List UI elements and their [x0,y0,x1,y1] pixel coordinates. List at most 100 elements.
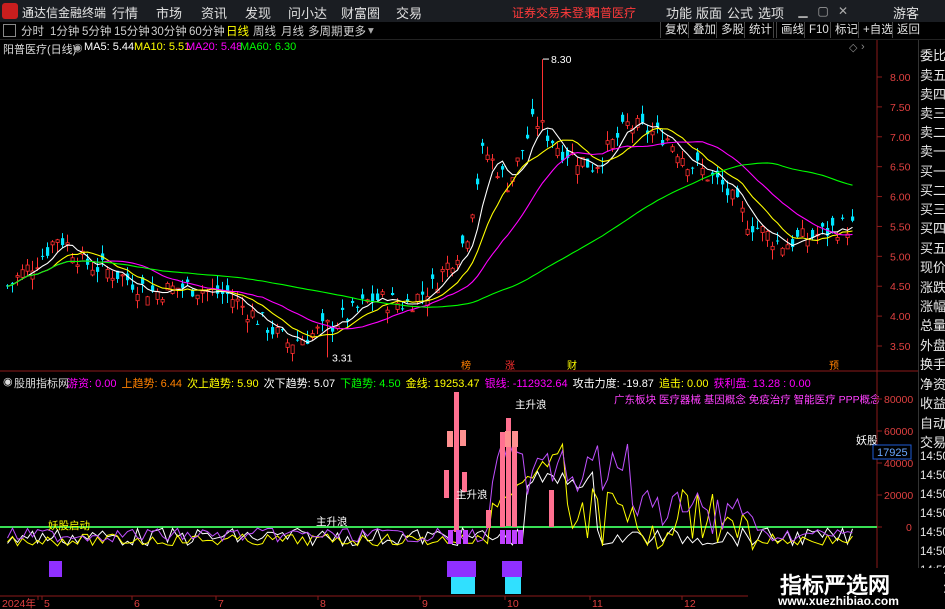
candle-body [610,139,615,149]
menu-zixun[interactable]: 资讯 [201,3,227,22]
period-15min[interactable]: 15分钟 [114,23,150,39]
menu-shichang[interactable]: 市场 [156,3,182,22]
candle-body [120,274,125,277]
event-marker: 预 [829,360,839,372]
candle-body [756,227,760,229]
period-1min[interactable]: 1分钟 [50,23,79,39]
period-60min[interactable]: 60分钟 [189,23,225,39]
quote-panel-item[interactable]: 买一 [920,161,945,180]
quote-panel-item[interactable]: 卖三 [920,103,945,122]
more-dropdown-icon[interactable]: ▾ [368,23,374,37]
quote-panel-item[interactable]: 外盘 [920,335,945,354]
quote-panel-item[interactable]: 净资 [920,374,945,393]
candle-body [821,223,825,227]
quote-panel-item[interactable]: 涨幅 [920,296,945,315]
candle-body [621,114,625,122]
indicator-top-dash [447,431,453,447]
candle-body [240,305,245,308]
period-5min[interactable]: 5分钟 [82,23,111,39]
candle-body [70,257,75,264]
btn-tongji[interactable]: 统计 [744,22,776,38]
quote-panel-item[interactable]: 买三 [920,199,945,218]
candle-body [431,274,435,279]
menu-gongneng[interactable]: 功能 [666,3,692,22]
quote-panel-item[interactable]: 卖二 [920,122,945,141]
x-axis-label: 7 [218,598,224,609]
period-fenshi[interactable]: 分时 [21,23,44,39]
x-axis-label: 5 [44,598,50,609]
indicator-tick-label: 0 [906,522,912,534]
ma60-line [7,162,853,308]
menu-banmian[interactable]: 版面 [696,3,722,22]
period-monthly[interactable]: 月线 [281,23,304,39]
price-tick-label: 7.50 [890,102,911,114]
menu-gongshi[interactable]: 公式 [727,3,753,22]
price-tick-label: 7.00 [890,132,911,144]
candle-body [321,313,325,322]
candle-body [315,326,320,329]
candle-body [250,310,255,318]
chart-mode-icon[interactable] [3,24,16,37]
menu-hangqing[interactable]: 行情 [112,3,138,22]
indicator-tick-label: 60000 [884,426,913,438]
candle-body [145,296,150,306]
candle-body [371,293,375,302]
period-daily[interactable]: 日线 [226,23,249,39]
quote-panel-item[interactable]: 卖五 [920,65,945,84]
candle-body [96,267,100,272]
period-multi[interactable]: 多周期 [308,23,343,39]
menu-wenxiaoda[interactable]: 问小达 [288,3,327,22]
candle-body [455,259,460,266]
quote-panel-item[interactable]: 卖一 [920,141,945,160]
close-icon[interactable]: ✕ [834,2,852,20]
candle-body [160,299,165,303]
quote-panel-item[interactable]: 总量 [920,315,945,334]
quote-panel-item[interactable]: 换手 [920,354,945,373]
btn-f10[interactable]: F10 [804,22,833,38]
quote-panel-item[interactable]: 卖四 [920,84,945,103]
candle-body [25,264,30,272]
menu-xuanxiang[interactable]: 选项 [758,3,784,22]
quote-panel-item[interactable]: 收益 [920,393,945,412]
period-30min[interactable]: 30分钟 [151,23,187,39]
btn-return[interactable]: 返回 [892,22,924,38]
event-marker: 涨 [505,360,515,372]
menu-faxian[interactable]: 发现 [245,3,271,22]
quote-panel-item[interactable]: 14:50 [920,508,945,520]
quote-panel-item[interactable]: 买五 [920,238,945,257]
period-more[interactable]: 更多 [343,23,366,39]
candle-body [546,135,550,141]
quote-panel-item[interactable]: 交易 [920,432,945,451]
quote-panel-item[interactable]: 14:50 [920,470,945,482]
indicator-purple-bar [518,530,523,544]
quote-panel-item[interactable]: 涨跌 [920,277,945,296]
candle-body [760,226,765,233]
menu-jiaoyi[interactable]: 交易 [396,3,422,22]
trade-login-warning[interactable]: 证券交易未登录 [512,4,596,21]
restore-icon[interactable]: ▢ [814,2,832,20]
guest-label[interactable]: 游客 [893,3,919,22]
x-axis-label: 10 [507,598,519,609]
quote-panel-item[interactable]: 14:50 [920,546,945,558]
watermark-url: www.xuezhibiao.com [778,594,899,608]
candle-body [376,293,380,301]
ma5-line [7,121,853,344]
quote-panel-item[interactable]: 14:50 [920,489,945,501]
btn-add-favorite[interactable]: +自选 [858,22,897,38]
quote-panel-item[interactable]: 现价 [920,257,945,276]
quote-panel-item[interactable]: 14:50 [920,527,945,539]
candle-body [505,190,510,193]
quote-panel-item[interactable]: 买二 [920,180,945,199]
candle-body [230,299,235,308]
period-weekly[interactable]: 周线 [253,23,276,39]
candle-body [625,121,630,126]
quote-panel-item[interactable]: 自动 [920,413,945,432]
indicator-pink-bar [549,490,554,527]
menu-caifuquan[interactable]: 财富圈 [341,3,380,22]
quote-panel-item[interactable]: 委比 [920,45,945,64]
quote-panel-item[interactable]: 14:50 [920,451,945,463]
minimize-icon[interactable]: ▁ [794,2,812,20]
chart-canvas[interactable]: 8.00 7.50 7.00 6.50 6.00 5.50 5.00 4.50 4.00 3.50… [0,40,918,609]
candle-body [440,269,445,273]
quote-panel-item[interactable]: 买四 [920,218,945,237]
